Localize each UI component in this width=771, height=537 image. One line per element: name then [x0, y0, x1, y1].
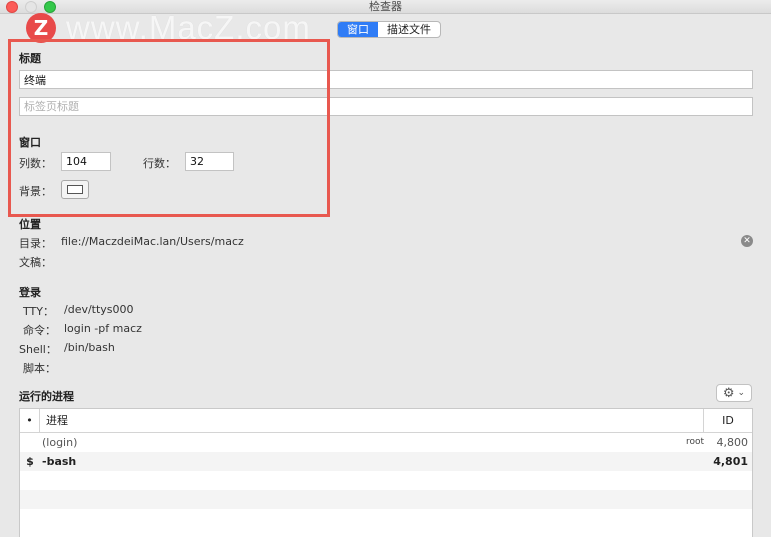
table-row-empty	[20, 471, 752, 490]
column-header-process[interactable]: 进程	[40, 409, 704, 432]
window-heading: 窗口	[19, 136, 41, 149]
script-label: 脚本：	[23, 362, 56, 375]
location-heading: 位置	[19, 218, 41, 231]
table-row[interactable]: (login) root 4,800	[20, 433, 752, 452]
watermark: Z www.MacZ.com	[26, 9, 311, 46]
tab-title-input[interactable]	[19, 97, 753, 116]
row-marker	[20, 433, 40, 452]
background-color-well[interactable]	[61, 180, 89, 199]
columns-label: 列数：	[19, 157, 52, 170]
process-id: 4,801	[713, 455, 748, 468]
row-marker: $	[26, 455, 34, 468]
process-id: 4,800	[716, 436, 749, 449]
column-header-id[interactable]: ID	[704, 409, 752, 432]
rows-label: 行数：	[143, 157, 176, 170]
clear-icon[interactable]: ✕	[741, 235, 753, 247]
columns-input[interactable]	[61, 152, 111, 171]
column-header-marker[interactable]: •	[20, 409, 40, 432]
process-name: (login)	[42, 436, 78, 449]
title-input[interactable]	[19, 70, 753, 89]
command-label: 命令：	[23, 324, 56, 337]
process-action-button[interactable]: ⚙ ⌄	[716, 384, 752, 402]
rows-input[interactable]	[185, 152, 234, 171]
process-name: -bash	[42, 455, 77, 468]
background-label: 背景：	[19, 185, 52, 198]
table-row-empty	[20, 490, 752, 509]
tab-bar: 窗口 描述文件	[337, 21, 441, 38]
shell-value: /bin/bash	[64, 341, 115, 354]
gear-icon: ⚙	[722, 385, 735, 401]
table-row[interactable]: $ -bash 4,801	[20, 452, 752, 471]
tty-label: TTY：	[23, 305, 54, 318]
chevron-down-icon: ⌄	[737, 388, 746, 398]
tab-profile[interactable]: 描述文件	[378, 22, 440, 37]
watermark-logo: Z	[26, 13, 56, 43]
directory-label: 目录：	[19, 237, 52, 250]
processes-heading: 运行的进程	[19, 390, 74, 403]
document-label: 文稿：	[19, 256, 52, 269]
color-swatch	[67, 185, 83, 194]
shell-label: Shell：	[19, 343, 57, 356]
watermark-text: www.MacZ.com	[66, 9, 311, 46]
process-user	[680, 452, 710, 471]
tty-value: /dev/ttys000	[64, 303, 134, 316]
process-user: root	[685, 437, 704, 447]
title-heading: 标题	[19, 52, 41, 65]
tab-window[interactable]: 窗口	[338, 22, 378, 37]
process-table: • 进程 ID (login) root 4,800 $ -bash 4,801	[19, 408, 753, 537]
table-row-empty	[20, 509, 752, 528]
command-value: login -pf macz	[64, 322, 142, 335]
login-heading: 登录	[19, 286, 41, 299]
table-header: • 进程 ID	[20, 409, 752, 433]
directory-value: file://MaczdeiMac.lan/Users/macz	[61, 235, 244, 248]
